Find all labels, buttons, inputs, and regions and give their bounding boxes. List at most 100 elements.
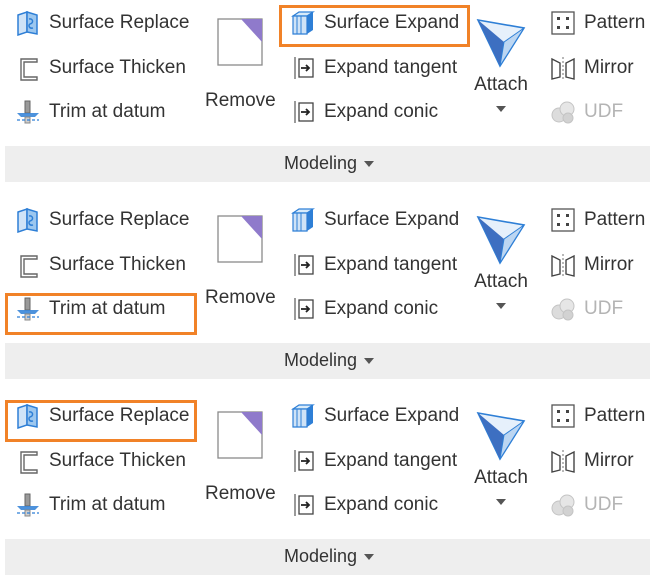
- mirror-label: Mirror: [584, 450, 634, 471]
- surface-expand-icon: [290, 403, 316, 429]
- surface-thicken-button[interactable]: Surface Thicken: [15, 252, 186, 278]
- pattern-icon: [550, 10, 576, 36]
- udf-label: UDF: [584, 298, 624, 319]
- expand-tangent-icon: [290, 55, 316, 81]
- trim-at-datum-label: Trim at datum: [49, 494, 166, 515]
- expand-tangent-icon: [290, 252, 316, 278]
- ribbon-group-footer: Modeling: [5, 343, 650, 379]
- remove-label: Remove: [205, 483, 276, 504]
- group-label: Modeling: [284, 153, 358, 173]
- mirror-button[interactable]: Mirror: [550, 55, 634, 81]
- expand-conic-icon: [290, 296, 316, 322]
- surface-thicken-button[interactable]: Surface Thicken: [15, 448, 186, 474]
- remove-button[interactable]: Remove: [205, 18, 276, 112]
- surface-thicken-label: Surface Thicken: [49, 57, 186, 78]
- attach-button[interactable]: Attach: [474, 213, 528, 309]
- chevron-down-icon: [364, 160, 375, 167]
- trim-at-datum-button[interactable]: Trim at datum: [15, 99, 166, 125]
- trim-at-datum-button[interactable]: Trim at datum: [15, 492, 166, 518]
- mirror-button[interactable]: Mirror: [550, 448, 634, 474]
- surface-expand-label: Surface Expand: [324, 12, 460, 33]
- surface-replace-icon: [15, 207, 41, 234]
- pattern-label: Pattern: [584, 405, 646, 426]
- remove-button[interactable]: Remove: [205, 215, 276, 309]
- surface-replace-icon: [15, 10, 41, 37]
- surface-replace-label: Surface Replace: [49, 405, 190, 426]
- surface-expand-button[interactable]: Surface Expand: [290, 207, 459, 233]
- ribbon-panel: Surface Replace Surface Thicken Trim at …: [0, 393, 650, 575]
- udf-button[interactable]: UDF: [550, 296, 623, 322]
- udf-label: UDF: [584, 494, 624, 515]
- surface-expand-button[interactable]: Surface Expand: [290, 10, 459, 36]
- expand-tangent-button[interactable]: Expand tangent: [290, 55, 457, 81]
- surface-replace-button[interactable]: Surface Replace: [15, 207, 190, 234]
- surface-thicken-icon: [15, 252, 41, 278]
- surface-thicken-icon: [15, 448, 41, 474]
- attach-button[interactable]: Attach: [474, 16, 528, 112]
- expand-tangent-label: Expand tangent: [324, 57, 458, 78]
- surface-replace-icon: [15, 403, 41, 430]
- ribbon-group-body: Surface Replace Surface Thicken Trim at …: [5, 0, 650, 146]
- ribbon-group-footer: Modeling: [5, 539, 650, 575]
- remove-label: Remove: [205, 90, 276, 111]
- attach-button[interactable]: Attach: [474, 409, 528, 505]
- expand-conic-label: Expand conic: [324, 101, 439, 122]
- chevron-down-icon[interactable]: [496, 499, 506, 505]
- ribbon-group-footer: Modeling: [5, 146, 650, 182]
- expand-conic-button[interactable]: Expand conic: [290, 296, 438, 322]
- pattern-button[interactable]: Pattern: [550, 207, 645, 233]
- modeling-group-dropdown[interactable]: Modeling: [284, 153, 375, 174]
- udf-icon: [550, 99, 576, 125]
- attach-label: Attach: [474, 271, 528, 292]
- attach-icon: [474, 213, 528, 271]
- expand-tangent-label: Expand tangent: [324, 450, 458, 471]
- remove-icon: [217, 411, 264, 465]
- group-label: Modeling: [284, 350, 358, 370]
- trim-at-datum-button[interactable]: Trim at datum: [15, 296, 166, 322]
- expand-tangent-label: Expand tangent: [324, 254, 458, 275]
- surface-expand-icon: [290, 207, 316, 233]
- udf-button[interactable]: UDF: [550, 99, 623, 125]
- udf-button[interactable]: UDF: [550, 492, 623, 518]
- group-label: Modeling: [284, 546, 358, 566]
- expand-conic-label: Expand conic: [324, 298, 439, 319]
- chevron-down-icon[interactable]: [496, 303, 506, 309]
- surface-thicken-icon: [15, 55, 41, 81]
- attach-label: Attach: [474, 74, 528, 95]
- surface-replace-label: Surface Replace: [49, 209, 190, 230]
- expand-tangent-button[interactable]: Expand tangent: [290, 448, 457, 474]
- mirror-icon: [550, 252, 576, 278]
- pattern-button[interactable]: Pattern: [550, 10, 645, 36]
- mirror-icon: [550, 448, 576, 474]
- pattern-icon: [550, 403, 576, 429]
- pattern-button[interactable]: Pattern: [550, 403, 645, 429]
- surface-thicken-button[interactable]: Surface Thicken: [15, 55, 186, 81]
- surface-expand-label: Surface Expand: [324, 209, 460, 230]
- chevron-down-icon: [364, 553, 375, 560]
- pattern-label: Pattern: [584, 209, 646, 230]
- expand-conic-label: Expand conic: [324, 494, 439, 515]
- expand-tangent-button[interactable]: Expand tangent: [290, 252, 457, 278]
- surface-replace-button[interactable]: Surface Replace: [15, 10, 190, 37]
- surface-replace-button[interactable]: Surface Replace: [15, 403, 190, 430]
- remove-button[interactable]: Remove: [205, 411, 276, 505]
- chevron-down-icon[interactable]: [496, 106, 506, 112]
- expand-conic-icon: [290, 99, 316, 125]
- expand-conic-button[interactable]: Expand conic: [290, 492, 438, 518]
- expand-conic-icon: [290, 492, 316, 518]
- modeling-group-dropdown[interactable]: Modeling: [284, 546, 375, 567]
- ribbon-panel: Surface Replace Surface Thicken Trim at …: [0, 0, 650, 182]
- ribbon-panel: Surface Replace Surface Thicken Trim at …: [0, 197, 650, 379]
- surface-expand-button[interactable]: Surface Expand: [290, 403, 459, 429]
- ribbon-group-body: Surface Replace Surface Thicken Trim at …: [5, 393, 650, 539]
- surface-thicken-label: Surface Thicken: [49, 254, 186, 275]
- surface-expand-icon: [290, 10, 316, 36]
- trim-at-datum-label: Trim at datum: [49, 298, 166, 319]
- trim-at-datum-label: Trim at datum: [49, 101, 166, 122]
- expand-conic-button[interactable]: Expand conic: [290, 99, 438, 125]
- mirror-button[interactable]: Mirror: [550, 252, 634, 278]
- modeling-group-dropdown[interactable]: Modeling: [284, 350, 375, 371]
- mirror-label: Mirror: [584, 254, 634, 275]
- chevron-down-icon: [364, 357, 375, 364]
- surface-replace-label: Surface Replace: [49, 12, 190, 33]
